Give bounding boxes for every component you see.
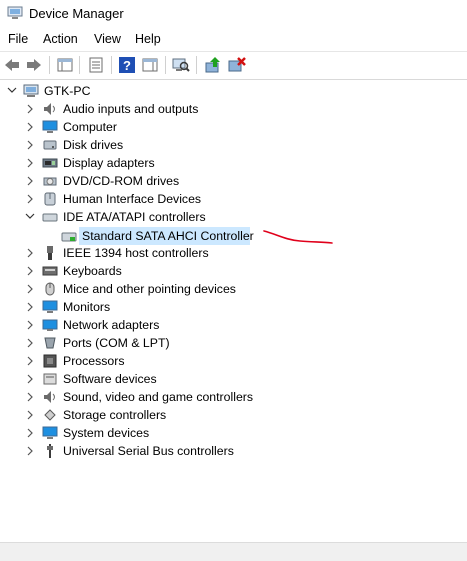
chevron-right-icon[interactable] bbox=[25, 172, 35, 190]
tree-item-label: Processors bbox=[63, 354, 125, 368]
display-adapter-icon bbox=[42, 158, 58, 168]
chevron-right-icon[interactable] bbox=[25, 298, 35, 316]
tree-item-label: Mice and other pointing devices bbox=[63, 282, 236, 296]
back-icon[interactable] bbox=[3, 56, 21, 74]
tree-item-label: System devices bbox=[63, 426, 150, 440]
chevron-down-icon[interactable] bbox=[25, 208, 35, 226]
show-hide-console-tree-icon[interactable] bbox=[56, 56, 74, 74]
hid-icon bbox=[44, 192, 56, 206]
chevron-right-icon[interactable] bbox=[25, 154, 35, 172]
sound-icon bbox=[44, 391, 55, 403]
tree-item-label: Standard SATA AHCI Controller bbox=[82, 229, 254, 243]
chevron-right-icon[interactable] bbox=[25, 136, 35, 154]
ide-controller-icon bbox=[61, 232, 77, 242]
svg-text:?: ? bbox=[123, 58, 131, 73]
update-driver-icon[interactable] bbox=[204, 56, 222, 74]
tree-item-label: Ports (COM & LPT) bbox=[63, 336, 170, 350]
device-manager-icon bbox=[7, 6, 23, 19]
tree-item-label: Human Interface Devices bbox=[63, 192, 202, 206]
toolbar-separator bbox=[165, 56, 166, 74]
tree-item-label: IDE ATA/ATAPI controllers bbox=[63, 210, 206, 224]
tree-item-label: IEEE 1394 host controllers bbox=[63, 246, 209, 260]
chevron-right-icon[interactable] bbox=[25, 190, 35, 208]
chevron-right-icon[interactable] bbox=[25, 406, 35, 424]
toolbar-separator bbox=[79, 56, 80, 74]
scan-hardware-icon[interactable] bbox=[172, 56, 190, 74]
toolbar-separator bbox=[111, 56, 112, 74]
ide-controller-icon bbox=[42, 213, 58, 222]
title-bar: Device Manager bbox=[0, 0, 467, 28]
monitor-icon bbox=[42, 300, 58, 313]
chevron-down-icon[interactable] bbox=[7, 82, 17, 100]
uninstall-device-icon[interactable] bbox=[228, 56, 246, 74]
chevron-right-icon[interactable] bbox=[25, 352, 35, 370]
menu-help[interactable]: Help bbox=[135, 32, 161, 46]
menu-file[interactable]: File bbox=[8, 32, 28, 46]
tree-item-label: Sound, video and game controllers bbox=[63, 390, 254, 404]
ieee1394-icon bbox=[47, 246, 53, 260]
tree-item-label: Monitors bbox=[63, 300, 111, 314]
menu-view[interactable]: View bbox=[94, 32, 121, 46]
processor-icon bbox=[43, 354, 57, 368]
tree-item-label: Disk drives bbox=[63, 138, 124, 152]
network-adapter-icon bbox=[42, 319, 58, 331]
chevron-right-icon[interactable] bbox=[25, 244, 35, 262]
dvd-drive-icon bbox=[43, 177, 57, 186]
port-icon bbox=[44, 337, 56, 349]
chevron-right-icon[interactable] bbox=[25, 388, 35, 406]
tree-item-label: DVD/CD-ROM drives bbox=[63, 174, 180, 188]
menu-bar: File Action View Help bbox=[0, 30, 467, 50]
toolbar-separator bbox=[49, 56, 50, 74]
tree-item-label: Audio inputs and outputs bbox=[63, 102, 199, 116]
monitor-icon bbox=[42, 120, 58, 133]
menu-action[interactable]: Action bbox=[43, 32, 78, 46]
keyboard-icon bbox=[42, 266, 58, 276]
forward-icon[interactable] bbox=[25, 56, 43, 74]
properties-icon[interactable] bbox=[87, 56, 105, 74]
speaker-icon bbox=[44, 103, 55, 115]
chevron-right-icon[interactable] bbox=[25, 370, 35, 388]
chevron-right-icon[interactable] bbox=[25, 424, 35, 442]
chevron-right-icon[interactable] bbox=[25, 118, 35, 136]
status-bar bbox=[0, 542, 467, 561]
chevron-right-icon[interactable] bbox=[25, 334, 35, 352]
computer-icon bbox=[23, 84, 39, 97]
help-icon[interactable]: ? bbox=[118, 56, 136, 74]
device-tree: GTK-PC Audio inputs and outputs Computer D… bbox=[0, 80, 467, 540]
tree-item-label: Software devices bbox=[63, 372, 157, 386]
annotation-scribble bbox=[263, 230, 333, 244]
tree-item-label: Display adapters bbox=[63, 156, 155, 170]
disk-drive-icon bbox=[43, 140, 57, 150]
mouse-icon bbox=[45, 282, 55, 296]
toolbar-separator bbox=[196, 56, 197, 74]
chevron-right-icon[interactable] bbox=[25, 316, 35, 334]
tree-item-label: Universal Serial Bus controllers bbox=[63, 444, 234, 458]
window-title: Device Manager bbox=[29, 6, 124, 21]
toolbar: ? bbox=[0, 51, 467, 80]
chevron-right-icon[interactable] bbox=[25, 442, 35, 460]
chevron-right-icon[interactable] bbox=[25, 262, 35, 280]
software-device-icon bbox=[43, 373, 57, 385]
storage-controller-icon bbox=[44, 409, 56, 421]
tree-root-label: GTK-PC bbox=[44, 84, 91, 98]
system-device-icon bbox=[42, 426, 58, 439]
tree-item-label: Computer bbox=[63, 120, 117, 134]
tree-item-label: Keyboards bbox=[63, 264, 122, 278]
chevron-right-icon[interactable] bbox=[25, 280, 35, 298]
tree-item-label: Storage controllers bbox=[63, 408, 167, 422]
chevron-right-icon[interactable] bbox=[25, 100, 35, 118]
show-action-pane-icon[interactable] bbox=[141, 56, 159, 74]
tree-item-label: Network adapters bbox=[63, 318, 160, 332]
usb-icon bbox=[47, 444, 53, 458]
